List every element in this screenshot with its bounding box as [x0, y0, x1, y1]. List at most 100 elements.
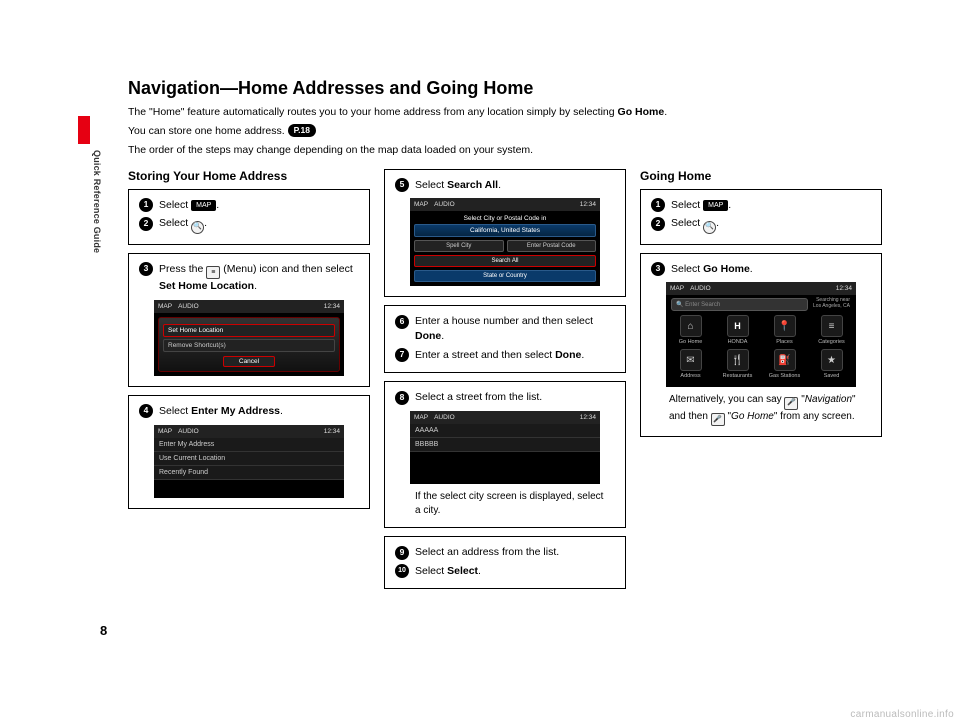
gh-places: 📍Places: [767, 315, 803, 345]
menu-dialog: Set Home Location Remove Shortcut(s) Can…: [158, 317, 340, 372]
step-7b: Done: [555, 349, 581, 361]
going-badge-2: 2: [651, 217, 665, 231]
col1-heading: Storing Your Home Address: [128, 169, 370, 183]
menu-remove-shortcut: Remove Shortcut(s): [163, 339, 335, 352]
screen-gohome: MAPAUDIO 12:34 🔍 Enter Search Searching …: [666, 282, 856, 387]
tab-audio-4: AUDIO: [434, 414, 455, 421]
step-badge-4: 4: [139, 404, 153, 418]
step-badge-5: 5: [395, 178, 409, 192]
gohome-row-2: ✉Address 🍴Restaurants ⛽Gas Stations ★Sav…: [666, 349, 856, 383]
step-badge-9: 9: [395, 546, 409, 560]
step-5-text: Select Search All.: [415, 178, 615, 193]
clock-3: 12:34: [580, 201, 596, 208]
screen-search-all: MAPAUDIO 12:34 Select City or Postal Cod…: [410, 198, 600, 286]
search-all-body: Select City or Postal Code in California…: [410, 211, 600, 286]
screen-bar-3: MAPAUDIO 12:34: [410, 198, 600, 211]
page-ref-badge: P.18: [288, 124, 316, 136]
gh-restaurants-label: Restaurants: [723, 373, 753, 379]
intro-1b: Go Home: [618, 106, 665, 118]
step-4-text: Select Enter My Address.: [159, 404, 359, 419]
gh-saved: ★Saved: [814, 349, 850, 379]
step-5a: Select: [415, 179, 447, 191]
pill-state-country: State or Country: [414, 270, 596, 282]
menu-set-home: Set Home Location: [163, 324, 335, 337]
tab-audio: AUDIO: [178, 303, 199, 310]
step-6a: Enter a house number and then select: [415, 315, 593, 327]
box-steps-9-10: 9 Select an address from the list. 10 Se…: [384, 536, 626, 589]
going-2a: Select: [671, 217, 703, 229]
going-2-text: Select 🔍.: [671, 216, 871, 233]
tab-map-5: MAP: [670, 285, 684, 292]
searching-location: Los Angeles, CA: [813, 303, 850, 309]
tab-map-3: MAP: [414, 201, 428, 208]
tab-map-2: MAP: [158, 428, 172, 435]
tab-audio-5: AUDIO: [690, 285, 711, 292]
menu-icon: ≡: [206, 266, 220, 279]
row-enter-my-address: Enter My Address: [154, 438, 344, 452]
step-7-text: Enter a street and then select Done.: [415, 348, 615, 363]
step-7: 7 Enter a street and then select Done.: [395, 348, 615, 363]
map-button-icon: MAP: [191, 200, 216, 212]
search-region: California, United States: [414, 224, 596, 237]
step-badge-7: 7: [395, 348, 409, 362]
tab-map: MAP: [158, 303, 172, 310]
search-icon: 🔍: [191, 221, 204, 234]
going-3a: Select: [671, 263, 703, 275]
step-10a: Select: [415, 565, 447, 577]
intro-1c: .: [664, 106, 667, 118]
restaurants-icon: 🍴: [727, 349, 749, 371]
search-header: Select City or Postal Code in: [414, 215, 596, 222]
step-badge-1: 1: [139, 198, 153, 212]
box-step-4: 4 Select Enter My Address. MAPAUDIO 12:3…: [128, 395, 370, 509]
map-button-icon-2: MAP: [703, 200, 728, 212]
going-1a: Select: [671, 199, 703, 211]
step-9-text: Select an address from the list.: [415, 545, 615, 560]
box-steps-1-2: 1 Select MAP. 2 Select 🔍.: [128, 189, 370, 245]
gohome-body: 🔍 Enter Search Searching near Los Angele…: [666, 295, 856, 387]
step-1: 1 Select MAP.: [139, 198, 359, 213]
gh-categories-label: Categories: [818, 339, 845, 345]
gh-gas-label: Gas Stations: [769, 373, 801, 379]
street-row-1: AAAAA: [410, 424, 600, 438]
screen-enter-address: MAPAUDIO 12:34 Enter My Address Use Curr…: [154, 425, 344, 498]
step-3c: Set Home Location: [159, 280, 254, 292]
step-badge-2: 2: [139, 217, 153, 231]
gh-go-home: ⌂Go Home: [673, 315, 709, 345]
pill-search-all: Search All: [414, 255, 596, 267]
step-8-text: Select a street from the list.: [415, 390, 615, 405]
step-4: 4 Select Enter My Address.: [139, 404, 359, 419]
screen-street-list: MAPAUDIO 12:34 AAAAA BBBBB: [410, 411, 600, 484]
step-7a: Enter a street and then select: [415, 349, 555, 361]
box-steps-6-7: 6 Enter a house number and then select D…: [384, 305, 626, 373]
step-badge-8: 8: [395, 391, 409, 405]
column-going-home: Going Home 1 Select MAP. 2 Select 🔍.: [640, 169, 882, 598]
note-c: Navigation: [805, 394, 852, 405]
step-3: 3 Press the ≡ (Menu) icon and then selec…: [139, 262, 359, 294]
saved-icon: ★: [821, 349, 843, 371]
menu-cancel: Cancel: [223, 356, 275, 367]
note-f: Go Home: [731, 411, 774, 422]
box-going-3: 3 Select Go Home. MAPAUDIO 12:34 🔍 Enter…: [640, 253, 882, 437]
step-1-text: Select MAP.: [159, 198, 359, 213]
step-6-text: Enter a house number and then select Don…: [415, 314, 615, 343]
step-10-text: Select Select.: [415, 564, 615, 579]
gh-honda-label: HONDA: [728, 339, 748, 345]
gh-places-label: Places: [776, 339, 793, 345]
going-3b: Go Home: [703, 263, 750, 275]
tab-audio-2: AUDIO: [178, 428, 199, 435]
pill-enter-postal: Enter Postal Code: [507, 240, 597, 252]
enter-search-field: 🔍 Enter Search: [671, 298, 808, 311]
box-step-3: 3 Press the ≡ (Menu) icon and then selec…: [128, 253, 370, 387]
screen-menu: MAPAUDIO 12:34 Set Home Location Remove …: [154, 300, 344, 376]
step-8: 8 Select a street from the list.: [395, 390, 615, 405]
box-going-1-2: 1 Select MAP. 2 Select 🔍.: [640, 189, 882, 245]
voice-icon: 🎤: [784, 397, 798, 410]
going-note: Alternatively, you can say 🎤 "Navigation…: [669, 393, 867, 425]
going-1-text: Select MAP.: [671, 198, 871, 213]
going-badge-3: 3: [651, 262, 665, 276]
page-number: 8: [100, 623, 107, 638]
address-icon: ✉: [680, 349, 702, 371]
step-badge-3: 3: [139, 262, 153, 276]
going-step-3: 3 Select Go Home.: [651, 262, 871, 277]
step-5: 5 Select Search All.: [395, 178, 615, 193]
